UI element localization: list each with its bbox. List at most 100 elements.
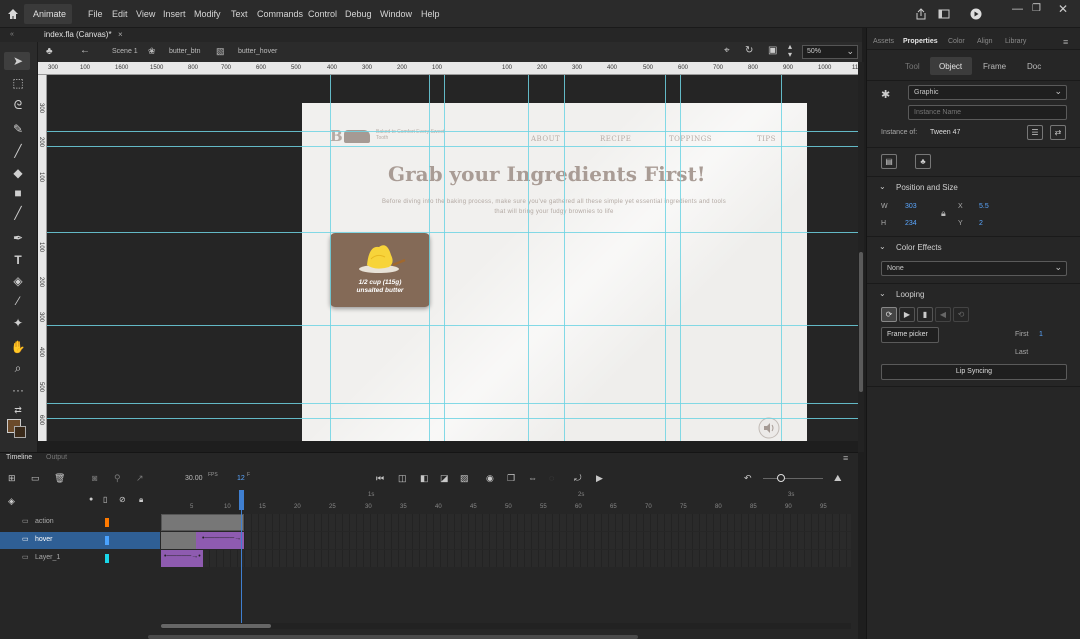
tab-properties[interactable]: Properties xyxy=(903,38,938,45)
guide-line[interactable] xyxy=(444,75,445,441)
stage[interactable]: B Baked to Comfort Every Sweet Tooth ABO… xyxy=(302,103,807,441)
menu-window[interactable]: Window xyxy=(380,9,412,19)
layer-color-swatch[interactable] xyxy=(105,554,109,563)
edit-multiple-frames-icon[interactable]: ❐ xyxy=(507,473,515,484)
edit-symbols-icon[interactable]: ♣ xyxy=(46,46,53,57)
tab-output[interactable]: Output xyxy=(46,454,67,461)
menu-text[interactable]: Text xyxy=(231,9,248,19)
align-icon[interactable]: ▤ xyxy=(881,154,897,169)
scrollbar-thumb[interactable] xyxy=(161,624,271,628)
subtab-doc[interactable]: Doc xyxy=(1027,62,1041,71)
free-transform-tool-icon[interactable]: ⬚ xyxy=(10,75,26,91)
layer-row[interactable]: ▭ Layer_1 xyxy=(0,550,160,567)
insert-frame-icon[interactable]: ▨ xyxy=(460,473,469,484)
instance-of-value[interactable]: Tween 47 xyxy=(930,129,960,136)
graph-icon[interactable]: ↗ xyxy=(136,473,144,484)
frame-track[interactable]: •─────→• xyxy=(161,550,851,567)
instance-name-input[interactable] xyxy=(908,105,1067,120)
guide-line[interactable] xyxy=(47,418,858,419)
symbol-type-select[interactable]: Graphic ⌄ xyxy=(908,85,1067,100)
add-layer-icon[interactable]: ⊞ xyxy=(8,473,16,484)
guide-line[interactable] xyxy=(665,75,666,441)
guide-line[interactable] xyxy=(781,75,782,441)
rotate-stage-icon[interactable]: ↻ xyxy=(745,45,753,56)
tab-timeline[interactable]: Timeline xyxy=(6,454,32,461)
pin-tool-icon[interactable]: ✦ xyxy=(10,315,26,331)
guide-line[interactable] xyxy=(330,75,331,441)
loop-icon[interactable]: ⟳ xyxy=(881,307,897,322)
lock-icon[interactable]: 🔒︎ xyxy=(941,208,946,219)
clip-content-icon[interactable]: ▣ xyxy=(768,45,777,56)
text-tool-icon[interactable]: T xyxy=(10,252,26,268)
zoom-field[interactable]: 50% ⌄ xyxy=(802,45,858,59)
test-movie-icon[interactable] xyxy=(970,8,982,20)
add-folder-icon[interactable]: ▭ xyxy=(31,473,40,484)
menu-modify[interactable]: Modify xyxy=(194,9,221,19)
app-switcher[interactable]: Animate xyxy=(24,4,72,24)
onion-skin-icon[interactable]: ◉ xyxy=(486,473,494,484)
menu-file[interactable]: File xyxy=(88,9,103,19)
frame-track[interactable] xyxy=(161,514,851,531)
back-arrow-icon[interactable]: ← xyxy=(80,45,90,56)
current-frame-value[interactable]: 12 xyxy=(237,475,245,482)
w-value[interactable]: 303 xyxy=(905,203,917,210)
h-value[interactable]: 234 xyxy=(905,220,917,227)
first-value[interactable]: 1 xyxy=(1039,331,1043,338)
zoom-tool-icon[interactable]: ⌕ xyxy=(10,360,26,376)
menu-edit[interactable]: Edit xyxy=(112,9,128,19)
more-tools-icon[interactable]: ··· xyxy=(10,382,26,398)
layer-row-selected[interactable]: ▭ hover xyxy=(0,532,160,549)
doc-tab-close-icon[interactable]: × xyxy=(118,30,123,39)
frame-ruler[interactable]: 1s 2s 3s 5 10 15 20 25 30 35 40 45 50 55… xyxy=(161,490,851,515)
menu-commands[interactable]: Commands xyxy=(257,9,303,19)
insert-keyframe-icon[interactable]: ◧ xyxy=(420,473,429,484)
stage-scrollbar-v[interactable] xyxy=(858,62,864,452)
panel-collapse-icon[interactable]: « xyxy=(10,31,14,38)
guide-line[interactable] xyxy=(429,75,430,441)
insert-blank-keyframe-icon[interactable]: ◪ xyxy=(440,473,449,484)
layer-parenting-icon[interactable]: ⚲ xyxy=(114,473,121,484)
timeline-empty-area[interactable] xyxy=(161,568,851,623)
swap-colors-icon[interactable]: ⇄ xyxy=(10,402,26,418)
menu-insert[interactable]: Insert xyxy=(163,9,186,19)
delete-layer-icon[interactable]: 🗑︎ xyxy=(54,473,65,484)
rectangle-tool-icon[interactable]: ■ xyxy=(10,185,26,201)
guide-line[interactable] xyxy=(528,75,529,441)
playhead-handle[interactable] xyxy=(239,490,244,510)
breadcrumb-scene[interactable]: Scene 1 xyxy=(112,48,138,55)
nav-tips[interactable]: TIPS xyxy=(757,135,776,143)
menu-debug[interactable]: Debug xyxy=(345,9,372,19)
line-tool-icon[interactable]: ╱ xyxy=(10,205,26,221)
guide-line[interactable] xyxy=(47,403,858,404)
play-reverse-once-icon[interactable]: ◀ xyxy=(935,307,951,322)
sync-icon[interactable]: ◌ xyxy=(549,473,554,483)
frame-picker-button[interactable]: Frame picker xyxy=(881,327,939,343)
y-value[interactable]: 2 xyxy=(979,220,983,227)
visibility-off-icon[interactable]: ⊘ xyxy=(119,495,126,504)
color-effect-select[interactable]: None ⌄ xyxy=(881,261,1067,276)
fps-value[interactable]: 30.00 xyxy=(185,475,203,482)
close-window-icon[interactable]: ✕ xyxy=(1058,2,1068,16)
tab-assets[interactable]: Assets xyxy=(873,38,894,45)
edit-symbol-props-icon[interactable]: ☰ xyxy=(1027,125,1043,140)
scrollbar-thumb[interactable] xyxy=(859,252,863,392)
eraser-tool-icon[interactable]: ◆ xyxy=(10,165,26,181)
play-icon[interactable]: ▶ xyxy=(596,473,603,484)
play-once-icon[interactable]: ▶ xyxy=(899,307,915,322)
menu-help[interactable]: Help xyxy=(421,9,440,19)
eyedropper-tool-icon[interactable]: ⁄ xyxy=(10,293,26,309)
guide-line[interactable] xyxy=(47,131,858,132)
loop-toggle-icon[interactable]: ⤾ xyxy=(574,473,582,484)
lock-all-icon[interactable]: 🔒︎ xyxy=(139,495,143,505)
nav-toppings[interactable]: TOPPINGS xyxy=(669,135,712,143)
breadcrumb-item-2[interactable]: butter_hover xyxy=(238,48,277,55)
lip-syncing-button[interactable]: Lip Syncing xyxy=(881,364,1067,380)
subtab-object-bg[interactable]: Object xyxy=(930,57,972,75)
tab-align[interactable]: Align xyxy=(977,38,993,45)
share-icon[interactable] xyxy=(915,8,927,20)
prev-keyframe-icon[interactable]: ◫ xyxy=(398,473,407,484)
home-icon[interactable] xyxy=(7,8,19,20)
frame-track[interactable]: •──────→ xyxy=(161,532,851,549)
restore-icon[interactable]: ❐ xyxy=(1032,3,1041,14)
nav-about[interactable]: ABOUT xyxy=(531,135,560,143)
